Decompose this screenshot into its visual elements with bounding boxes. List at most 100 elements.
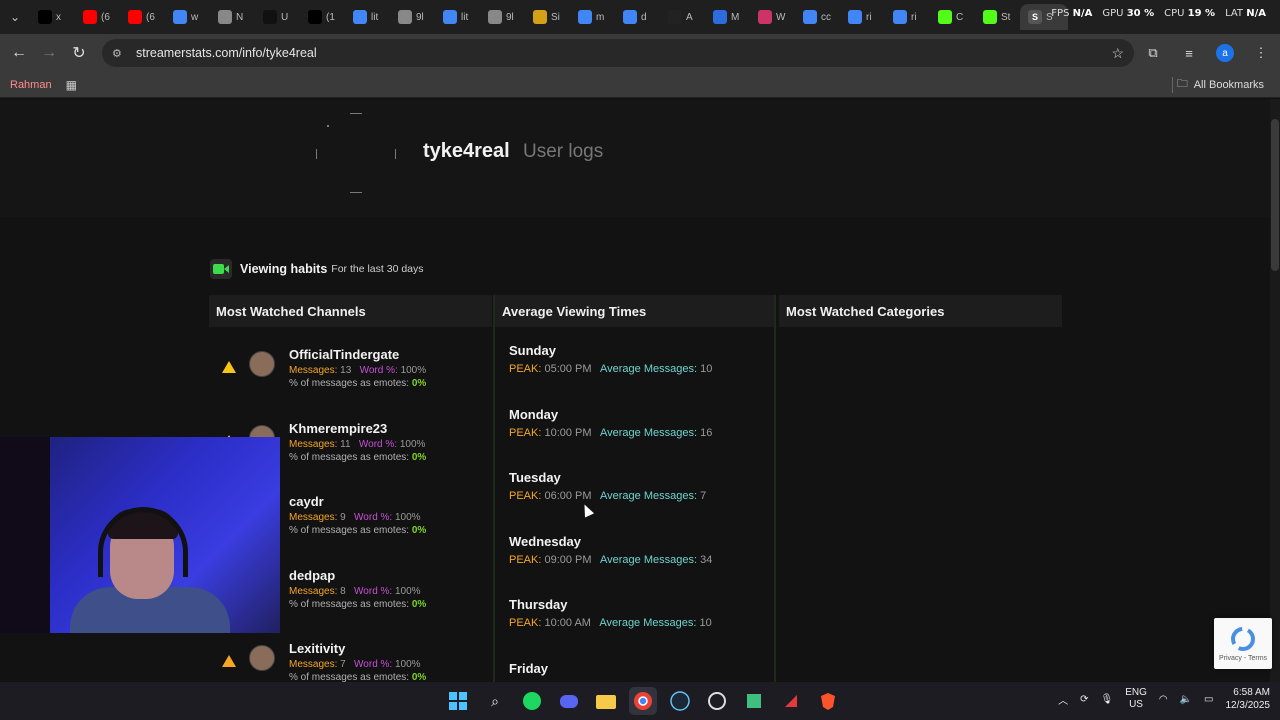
address-bar[interactable]: ⚙ streamerstats.com/info/tyke4real ☆ [102,39,1134,67]
language-indicator[interactable]: ENG US [1125,687,1147,711]
scrollbar-thumb[interactable] [1271,119,1279,271]
folder-icon: 🗀 [1176,78,1188,90]
browser-tab[interactable]: N [210,4,255,30]
apps-grid-icon[interactable]: ▦ [66,78,77,92]
browser-tab[interactable]: lit [345,4,390,30]
browser-tab[interactable]: (6 [120,4,165,30]
browser-tab[interactable]: ri [885,4,930,30]
google-icon [443,10,457,24]
recaptcha-icon [1231,627,1255,651]
channel-name[interactable]: caydr [289,494,324,509]
bookmark-star-icon[interactable]: ☆ [1111,45,1124,62]
taskbar-apps: ⌕ [444,687,842,715]
tab-search-button[interactable]: ⌄ [0,0,30,34]
globe-icon [398,10,412,24]
browser-tab[interactable]: Si [525,4,570,30]
browser-tab[interactable]: (6 [75,4,120,30]
site-info-icon[interactable]: ⚙ [112,47,126,60]
google-icon [893,10,907,24]
w-icon [758,10,772,24]
google-icon [353,10,367,24]
game-icon[interactable] [740,687,768,715]
reload-button[interactable]: ↻ [64,38,94,68]
browser-tab[interactable]: cc [795,4,840,30]
profile-button[interactable]: a [1214,39,1236,67]
browser-tab[interactable]: d [615,4,660,30]
system-tray: ︿ ⟳ 🎙 ENG US ◠ 🔈 ▭ 6:58 AM 12/3/2025 [1058,686,1270,712]
browser-tab[interactable]: (1 [300,4,345,30]
day-row: Tuesday PEAK: 06:00 PM Average Messages: … [509,470,769,502]
browser-tab[interactable]: A [660,4,705,30]
spotify-icon[interactable] [518,687,546,715]
channel-name[interactable]: Lexitivity [289,641,345,656]
day-row: Monday PEAK: 10:00 PM Average Messages: 1… [509,407,769,439]
media-control-icon[interactable]: ≡ [1178,39,1200,67]
extensions-icon[interactable]: ⧉ [1142,39,1164,67]
viewing-habits-header: Viewing habits For the last 30 days [210,259,424,279]
page-scrollbar[interactable] [1270,99,1280,682]
headset [98,507,188,577]
back-button[interactable]: ← [4,38,34,68]
windows-start-icon[interactable] [444,687,472,715]
performance-overlay: FPS N/A GPU 30 % CPU 19 % LAT N/A [1051,8,1266,19]
battery-icon[interactable]: ▭ [1204,694,1213,705]
browser-tab[interactable]: x [30,4,75,30]
browser-tab[interactable]: lit [435,4,480,30]
microphone-icon[interactable]: 🎙 [1100,694,1113,705]
app-icon[interactable] [703,687,731,715]
wifi-icon[interactable]: ◠ [1159,694,1168,705]
brave-icon[interactable] [814,687,842,715]
page-subtitle: User logs [523,141,604,162]
sync-icon[interactable]: ⟳ [1080,694,1088,705]
video-camera-icon [210,259,232,279]
browser-tab[interactable]: w [165,4,210,30]
browser-tab[interactable]: St [975,4,1020,30]
channel-emote-stat: % of messages as emotes: 0% [289,378,427,389]
avatar[interactable] [249,351,275,377]
avatar[interactable] [249,645,275,671]
volume-icon[interactable]: 🔈 [1180,694,1192,705]
file-explorer-icon[interactable] [592,687,620,715]
google-icon [173,10,187,24]
clock[interactable]: 6:58 AM 12/3/2025 [1226,686,1271,712]
steam-icon[interactable] [666,687,694,715]
day-row: Sunday PEAK: 05:00 PM Average Messages: 1… [509,343,769,375]
browser-tab[interactable]: 9l [480,4,525,30]
profile-logo [316,113,396,193]
day-name: Sunday [509,343,556,358]
webcam-overlay [0,437,280,633]
channel-name[interactable]: OfficialTindergate [289,347,399,362]
channel-name[interactable]: Khmerempire23 [289,421,387,436]
youtube-icon [128,10,142,24]
discord-icon[interactable] [555,687,583,715]
channel-emote-stat: % of messages as emotes: 0% [289,525,427,536]
kick-icon [983,10,997,24]
channel-name[interactable]: dedpap [289,568,335,583]
chrome-icon[interactable] [629,687,657,715]
editor-icon[interactable] [777,687,805,715]
browser-tab[interactable]: U [255,4,300,30]
browser-tab[interactable]: 9l [390,4,435,30]
section-subtitle: For the last 30 days [331,263,424,275]
day-stats: PEAK: 06:00 PM Average Messages: 7 [509,490,707,502]
day-name: Thursday [509,597,568,612]
bank-icon [533,10,547,24]
browser-tab[interactable]: W [750,4,795,30]
all-bookmarks-button[interactable]: 🗀 All Bookmarks [1177,75,1264,94]
channel-row[interactable]: Lexitivity Messages: 7 Word %: 100% % of m… [209,641,492,682]
youtube-icon [83,10,97,24]
browser-tab[interactable]: ri [840,4,885,30]
day-name: Friday [509,660,549,676]
browser-tab[interactable]: C [930,4,975,30]
chevron-up-icon[interactable]: ︿ [1058,692,1068,707]
day-name: Wednesday [509,533,582,549]
recaptcha-badge[interactable]: Privacy - Terms [1214,618,1272,669]
menu-icon[interactable]: ⋮ [1250,39,1272,67]
channel-row[interactable]: OfficialTindergate Messages: 13 Word %: 1… [209,347,492,407]
browser-tab[interactable]: M [705,4,750,30]
bookmark-profile-label[interactable]: Rahman [10,79,52,91]
channel-emote-stat: % of messages as emotes: 0% [289,672,427,682]
search-icon[interactable]: ⌕ [481,687,509,715]
forward-button[interactable]: → [34,38,64,68]
browser-tab[interactable]: m [570,4,615,30]
